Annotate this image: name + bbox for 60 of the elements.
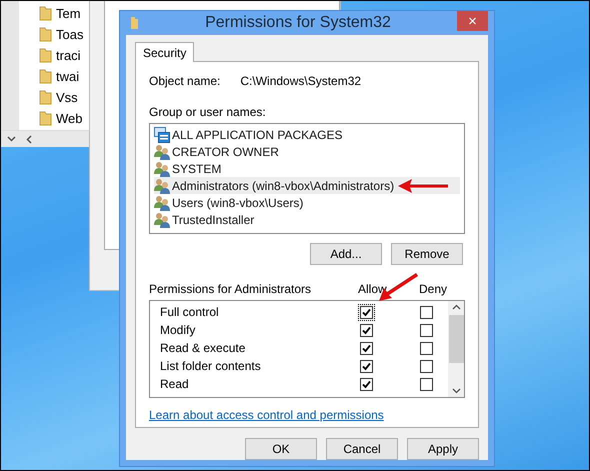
folder-item[interactable]: traci [39, 46, 81, 64]
permission-name: Full control [160, 305, 220, 319]
dialog-button[interactable]: OK [245, 438, 317, 460]
users-icon [154, 194, 170, 210]
folder-icon [39, 90, 52, 104]
user-list-item[interactable]: SYSTEM [154, 160, 460, 177]
vertical-scrollbar[interactable] [448, 301, 464, 397]
folder-item[interactable]: Toas [39, 25, 84, 43]
users-icon [154, 160, 170, 176]
field-label: Object name: [149, 74, 220, 88]
dialog-button[interactable]: Add... [310, 243, 382, 265]
dialog-button[interactable]: Remove [391, 243, 463, 265]
folder-icon [39, 26, 52, 42]
allow-checkbox[interactable] [358, 376, 375, 392]
user-list-item[interactable]: Administrators (win8-vbox\Administrators) [154, 177, 460, 194]
allow-checkbox[interactable] [358, 322, 375, 338]
users-icon [154, 212, 170, 228]
object-path: C:\Windows\System32 [240, 74, 362, 88]
horizontal-scrollbar[interactable] [1, 130, 89, 147]
permission-name: Modify [160, 323, 196, 337]
chevron-down-icon[interactable] [7, 136, 16, 142]
allow-checkbox[interactable] [358, 304, 375, 320]
allow-checkbox[interactable] [358, 340, 375, 356]
folder-item[interactable]: Web [39, 109, 82, 127]
folder-icon [130, 16, 139, 30]
user-list-item[interactable]: CREATOR OWNER [154, 143, 460, 160]
dialog-button[interactable]: Apply [407, 438, 479, 460]
user-list-item[interactable]: Users (win8-vbox\Users) [154, 194, 460, 211]
folder-item[interactable]: Vss [39, 88, 78, 106]
application-packages-icon [154, 126, 170, 142]
chevron-left-icon[interactable] [26, 134, 32, 144]
folder-item[interactable]: twai [39, 67, 80, 85]
folder-icon [39, 6, 52, 20]
permission-name: List folder contents [160, 359, 262, 373]
permission-name: Read & execute [160, 341, 246, 355]
allow-checkbox[interactable] [358, 358, 375, 374]
help-link[interactable]: Learn about access control and permissions [149, 408, 384, 422]
deny-checkbox[interactable] [420, 306, 433, 318]
user-list-item[interactable]: ALL APPLICATION PACKAGES [154, 126, 460, 143]
close-button[interactable]: × [457, 11, 488, 31]
scrollbar-thumb[interactable] [448, 315, 464, 363]
dialog-button[interactable]: Cancel [326, 438, 398, 460]
permission-name: Read [160, 377, 190, 391]
folder-icon [39, 110, 52, 126]
arrow-drawing [398, 179, 448, 193]
folder-icon [39, 48, 52, 62]
user-list-item[interactable]: TrustedInstaller [154, 211, 460, 228]
tab[interactable]: Security [135, 42, 194, 62]
dialog-title: Permissions for System32 [204, 14, 392, 32]
deny-checkbox[interactable] [420, 324, 433, 336]
deny-checkbox[interactable] [420, 378, 433, 390]
users-icon [154, 144, 170, 160]
section-label: Permissions for Administrators [149, 282, 312, 296]
deny-checkbox[interactable] [420, 342, 433, 354]
folder-icon [39, 68, 52, 84]
deny-checkbox[interactable] [420, 360, 433, 372]
section-label: Group or user names: [149, 105, 267, 119]
column-header: Deny [419, 282, 448, 296]
users-icon [154, 178, 170, 194]
folder-item[interactable]: Tem [39, 4, 81, 22]
